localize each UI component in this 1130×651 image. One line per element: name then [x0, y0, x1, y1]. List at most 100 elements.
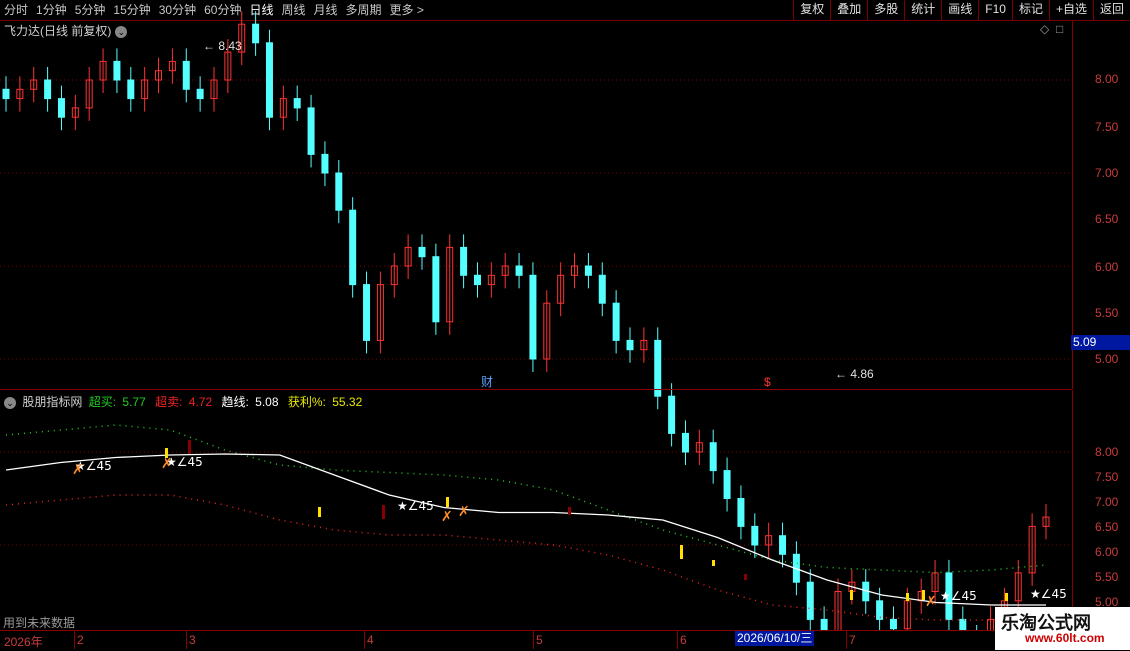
candle-body: [321, 153, 329, 174]
candle-body: [44, 79, 52, 100]
buy-signal-icon: ✗: [458, 504, 470, 520]
profit-label: 获利%: 55.32: [287, 395, 363, 409]
signal-bar: [188, 440, 191, 454]
finance-marker: 财: [481, 375, 493, 389]
candle-body: [723, 470, 731, 500]
date-label: 6: [680, 633, 687, 647]
candle-body: [751, 525, 759, 546]
date-label: 3: [189, 633, 196, 647]
overbought-label: 超买: 5.77: [88, 395, 146, 409]
candle-body: [293, 98, 301, 109]
candle-body: [737, 498, 745, 527]
date-label: 4: [367, 633, 374, 647]
date-tick: [677, 631, 678, 649]
signal-bar: [906, 593, 909, 601]
star-signal: ★∠45: [940, 589, 977, 603]
price-tick: 6.00: [1095, 260, 1119, 274]
indicator-legend: ⌄ 股朋指标网 超买: 5.77 超卖: 4.72 趋线: 5.08 获利%: …: [4, 393, 368, 410]
trend-label: 趋线: 5.08: [221, 395, 279, 409]
event-marker: $: [764, 375, 771, 389]
high-price-label: ← 8.43: [203, 39, 242, 53]
date-label: 7: [849, 633, 856, 647]
overbought-line: [5, 424, 1047, 574]
candle-body: [113, 60, 121, 81]
candle-body: [196, 88, 204, 100]
candle-body: [681, 432, 689, 453]
buy-signal-icon: ✗: [441, 509, 453, 525]
candle-body: [2, 88, 10, 100]
candle-body: [515, 265, 523, 276]
buy-signal-icon: ✗: [925, 594, 937, 610]
candle-body: [584, 265, 592, 276]
candle-body: [432, 256, 440, 323]
signal-bar: [712, 560, 715, 566]
candle-body: [349, 209, 357, 286]
cursor-date-label: 2026/06/10/三: [735, 631, 815, 646]
price-tick: 5.50: [1095, 306, 1119, 320]
indicator-tick: 6.50: [1095, 520, 1119, 534]
buy-signal-icon: ✗: [161, 456, 173, 472]
back-button[interactable]: 返回: [1092, 0, 1130, 20]
signal-bar: [850, 590, 853, 600]
candle-body: [335, 172, 343, 211]
price-axis: 8.00 7.50 7.00 6.50 6.00 5.50 5.00: [1072, 20, 1130, 389]
signal-bar: [318, 507, 321, 517]
date-label: 2: [77, 633, 84, 647]
kline-chart[interactable]: ← 8.43← 4.86财 $★∠45 ★∠45★∠45★∠45 ★∠45✗ ✗✗ ✗✗: [0, 0, 1072, 630]
candle-body: [182, 60, 190, 90]
low-price-label: ← 4.86: [835, 367, 874, 381]
candle-body: [460, 246, 468, 276]
candle-body: [612, 302, 620, 341]
candle-body: [959, 618, 967, 630]
trend-line: [5, 453, 1046, 606]
indicator-tick: 8.00: [1095, 445, 1119, 459]
candle-body: [876, 600, 884, 620]
future-data-note: 用到未来数据: [3, 616, 76, 630]
date-tick: [533, 631, 534, 649]
candle-body: [668, 395, 676, 434]
signal-bar: [568, 507, 571, 515]
current-price-label: 5.09: [1071, 335, 1130, 350]
candle-body: [806, 581, 814, 620]
price-tick: 8.00: [1095, 72, 1119, 86]
signal-bar: [680, 545, 683, 559]
date-tick: [186, 631, 187, 649]
date-label: 2026年: [4, 635, 43, 649]
signal-bar: [1005, 593, 1008, 601]
candle-body: [307, 107, 315, 155]
pane-divider[interactable]: [0, 389, 1072, 390]
candle-body: [889, 618, 897, 630]
candle-body: [654, 339, 662, 397]
candle-body: [779, 535, 787, 555]
signal-bar: [446, 497, 449, 507]
candle-body: [529, 274, 537, 360]
candle-body: [418, 246, 426, 258]
star-signal: ★∠45: [1030, 587, 1067, 601]
indicator-tick: 7.00: [1095, 495, 1119, 509]
date-tick: [74, 631, 75, 649]
buy-signal-icon: ✗: [72, 462, 84, 478]
price-tick: 5.00: [1095, 352, 1119, 366]
signal-bar: [744, 574, 747, 580]
date-axis: 2026年 2 3 4 5 6 7: [0, 630, 1130, 651]
star-signal: ★∠45: [397, 499, 434, 513]
indicator-name[interactable]: 股朋指标网: [22, 395, 82, 409]
candle-body: [626, 339, 634, 351]
signal-bar: [382, 505, 385, 519]
chevron-down-icon[interactable]: ⌄: [4, 396, 16, 409]
oversold-label: 超卖: 4.72: [155, 395, 213, 409]
watermark-url: www.60lt.com: [1025, 631, 1105, 645]
date-tick: [364, 631, 365, 649]
date-label: 5: [536, 633, 543, 647]
candle-body: [265, 42, 273, 118]
candle-body: [709, 442, 717, 472]
candle-body: [252, 23, 260, 44]
indicator-tick: 7.50: [1095, 470, 1119, 484]
candle-body: [820, 618, 828, 630]
indicator-axis: 8.00 7.50 7.00 6.50 6.00 5.50 5.00: [1072, 390, 1130, 630]
price-tick: 6.50: [1095, 212, 1119, 226]
candle-body: [57, 98, 65, 118]
candle-body: [473, 274, 481, 286]
candle-body: [363, 284, 371, 341]
candle-body: [598, 274, 606, 304]
